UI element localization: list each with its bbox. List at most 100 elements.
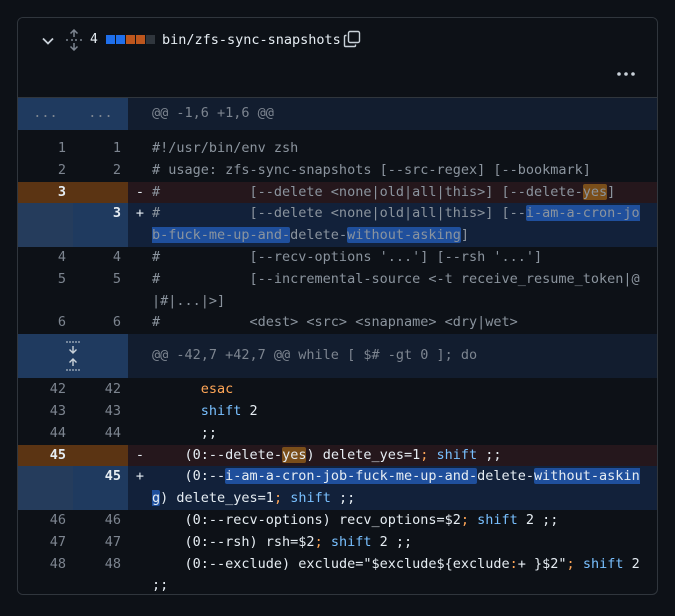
diff-file-container: 4 bin/zfs-sync-snapshots ... ... @@ -1,6…: [17, 17, 658, 595]
code-segment: 2: [241, 402, 258, 419]
old-line-number[interactable]: 3: [18, 181, 73, 204]
old-line-number[interactable]: 6: [18, 312, 73, 335]
diffstat-block: [116, 35, 125, 44]
code-keyword: shift: [436, 446, 478, 463]
code-keyword: shift: [330, 533, 372, 550]
hunk-header-text: @@ -1,6 +1,6 @@: [152, 105, 274, 122]
code-text: (0:--delete-yes) delete_yes=1; shift ;;: [152, 445, 657, 467]
diff-line: 2 2 # usage: zfs-sync-snapshots [--src-r…: [18, 159, 657, 182]
code-segment: ;;: [330, 490, 356, 507]
code-text: # <dest> <src> <snapname> <dry|wet>: [152, 314, 518, 331]
diff-sign: +: [135, 205, 145, 222]
old-line-number[interactable]: 1: [18, 138, 73, 160]
code-text: (0:--recv-options) recv_options=$2; shif…: [152, 510, 657, 532]
diff-line: 6 6 # <dest> <src> <snapname> <dry|wet>: [18, 312, 657, 335]
code-segment: ;;: [477, 446, 502, 463]
code-segment: # [--delete <none|old|all|this>] [--dele…: [152, 183, 583, 200]
code-keyword: shift: [477, 511, 518, 528]
old-line-number[interactable]: 45: [18, 444, 73, 467]
code-segment: (0:--rsh) rsh=$2: [184, 533, 315, 550]
diff-sign: [128, 312, 152, 334]
new-line-number[interactable]: 6: [73, 312, 128, 335]
diff-sign: [128, 401, 152, 423]
added-word: without-asking: [347, 227, 461, 244]
old-line-number[interactable]: 2: [18, 159, 73, 182]
code-text: # [--delete <none|old|all|this>] [--i-am…: [152, 203, 657, 247]
code-segment: (0:--: [184, 468, 226, 485]
diffstat-block: [136, 35, 145, 44]
old-line-number[interactable]: 4: [18, 246, 73, 269]
new-line-number[interactable]: 42: [73, 379, 128, 401]
more-options-icon[interactable]: [614, 66, 638, 82]
code-segment: # [--delete <none|old|all|this>] [--: [152, 205, 526, 222]
chevron-down-icon[interactable]: [39, 32, 57, 50]
code-text: # [--delete <none|old|all|this>] [--dele…: [152, 182, 657, 204]
expand-all-icon[interactable]: [64, 29, 84, 51]
code-punct: :: [509, 555, 518, 572]
code-segment: ;;: [200, 424, 218, 441]
old-line-number[interactable]: 47: [18, 531, 73, 554]
code-punct: ;: [420, 446, 429, 463]
code-segment: esac: [200, 381, 234, 398]
copy-icon[interactable]: [343, 30, 361, 48]
new-line-number[interactable]: 4: [73, 246, 128, 269]
old-line-number[interactable]: 44: [18, 422, 73, 445]
old-line-number[interactable]: 42: [18, 379, 73, 401]
file-header: 4 bin/zfs-sync-snapshots: [18, 18, 657, 98]
deleted-line: 45 - (0:--delete-yes) delete_yes=1; shif…: [18, 444, 657, 467]
code-text: # usage: zfs-sync-snapshots [--src-regex…: [152, 161, 591, 178]
new-line-number[interactable]: 44: [73, 422, 128, 445]
file-path[interactable]: bin/zfs-sync-snapshots: [162, 31, 341, 49]
old-line-number[interactable]: 48: [18, 553, 73, 594]
diff-sign: +: [135, 468, 145, 485]
new-line-number[interactable]: 43: [73, 400, 128, 423]
new-line-number[interactable]: 48: [73, 553, 128, 594]
old-line-number: [18, 466, 73, 510]
old-line-number[interactable]: 5: [18, 268, 73, 313]
code-segment: delete-: [477, 468, 535, 485]
deleted-line: 3 - # [--delete <none|old|all|this>] [--…: [18, 181, 657, 204]
diff-line: 5 5 # [--incremental-source <-t receive_…: [18, 268, 657, 313]
diff-line: 4 4 # [--recv-options '...'] [--rsh '...…: [18, 246, 657, 269]
diff-line: 46 46 (0:--recv-options) recv_options=$2…: [18, 509, 657, 532]
old-line-number[interactable]: 43: [18, 400, 73, 423]
new-line-number[interactable]: 46: [73, 509, 128, 532]
code-text: ;;: [152, 423, 657, 445]
diffstat-block: [126, 35, 135, 44]
diff-line: 1 1 #!/usr/bin/env zsh: [18, 138, 657, 160]
code-punct: ;: [460, 511, 469, 528]
new-line-number[interactable]: 3: [73, 203, 128, 247]
code-segment: + }$2": [517, 555, 567, 572]
expand-ellipsis: ...: [33, 105, 58, 122]
new-line-number[interactable]: 5: [73, 268, 128, 313]
code-text: shift 2: [152, 401, 657, 423]
expand-icon[interactable]: [64, 339, 82, 373]
expand-up-button[interactable]: ... ...: [18, 98, 128, 130]
new-line-number[interactable]: 1: [73, 138, 128, 160]
diff-sign: -: [135, 183, 145, 200]
diff-sign: [128, 379, 152, 401]
code-segment: ]: [607, 183, 616, 200]
deleted-word: yes: [282, 446, 307, 463]
new-line-number[interactable]: 47: [73, 531, 128, 554]
old-line-number: [18, 203, 73, 247]
code-text: (0:--exclude) exclude="$exclude${exclude…: [152, 554, 657, 594]
new-line-number: [73, 444, 128, 467]
diff-sign: [128, 532, 152, 554]
code-segment: (0:--delete-: [184, 446, 283, 463]
diff-sign: [128, 138, 152, 160]
new-line-number[interactable]: 2: [73, 159, 128, 182]
code-segment: 2 ;;: [371, 533, 413, 550]
code-keyword: shift: [200, 402, 242, 419]
code-text: #!/usr/bin/env zsh: [152, 140, 299, 156]
diff-line: 47 47 (0:--rsh) rsh=$2; shift 2 ;;: [18, 531, 657, 554]
hunk-header-row: @@ -42,7 +42,7 @@ while [ $# -gt 0 ]; do: [18, 334, 657, 379]
code-punct: ;: [566, 555, 575, 572]
diff-sign: [128, 247, 152, 269]
expand-between-button[interactable]: [18, 334, 128, 379]
code-keyword: shift: [582, 555, 624, 572]
code-segment: (0:--recv-options) recv_options=$2: [184, 511, 461, 528]
diff-line: 42 42 esac: [18, 379, 657, 401]
new-line-number[interactable]: 45: [73, 466, 128, 510]
old-line-number[interactable]: 46: [18, 509, 73, 532]
